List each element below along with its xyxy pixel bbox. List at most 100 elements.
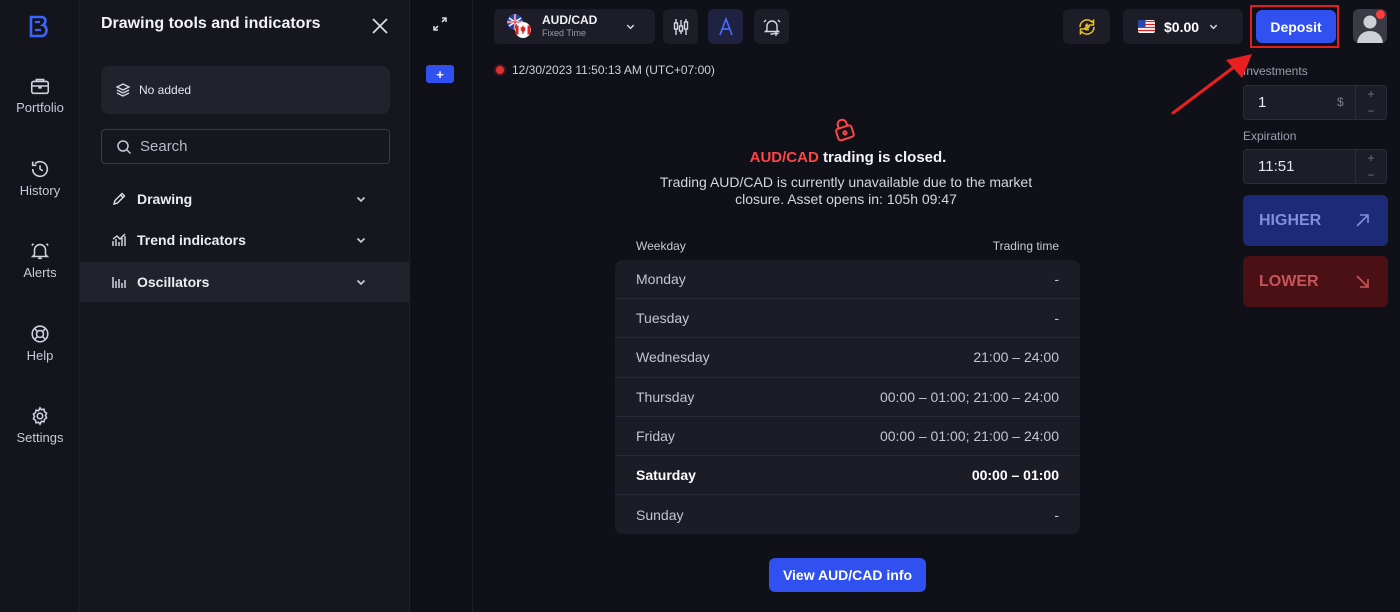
expand-icon[interactable] — [432, 16, 448, 32]
rail-item-help[interactable]: Help — [0, 323, 80, 363]
increase-button[interactable]: + — [1367, 152, 1374, 164]
expiration-label: Expiration — [1243, 129, 1297, 143]
lifebuoy-icon — [31, 325, 49, 343]
table-row: Tuesday - — [615, 299, 1080, 339]
history-icon — [31, 160, 49, 178]
increase-button[interactable]: + — [1367, 88, 1374, 100]
table-row: Wednesday 21:00 – 24:00 — [615, 338, 1080, 378]
closed-asset-name: AUD/CAD — [749, 149, 819, 166]
table-row: Thursday 00:00 – 01:00; 21:00 – 24:00 — [615, 378, 1080, 417]
aud-cad-flags-icon — [507, 14, 531, 38]
rail-item-settings[interactable]: Settings — [0, 405, 80, 445]
chevron-down-icon — [626, 24, 635, 30]
briefcase-icon — [30, 78, 50, 95]
no-added-label: No added — [139, 83, 192, 97]
rail-item-alerts[interactable]: Alerts — [0, 240, 80, 280]
balance-selector[interactable]: $0.00 — [1123, 9, 1243, 44]
currency-unit: $ — [1337, 95, 1344, 109]
col-weekday: Weekday — [636, 239, 686, 253]
asset-type: Fixed Time — [542, 28, 587, 38]
drawing-tools-button[interactable] — [708, 9, 743, 44]
left-rail: Portfolio History Alerts Help Settings — [0, 0, 80, 612]
rail-label: Settings — [16, 430, 64, 445]
section-oscillators[interactable]: Oscillators — [80, 262, 410, 302]
decrease-button[interactable]: − — [1367, 169, 1374, 181]
pencil-icon — [112, 192, 126, 206]
closed-title-text: trading is closed. — [818, 149, 947, 166]
chart-type-button[interactable] — [663, 9, 698, 44]
arrow-down-right-icon — [1356, 275, 1369, 288]
live-dot-icon — [496, 66, 504, 74]
section-trend-indicators[interactable]: Trend indicators — [80, 220, 410, 260]
timestamp-text: 12/30/2023 11:50:13 AM (UTC+07:00) — [512, 63, 715, 77]
decrease-button[interactable]: − — [1367, 105, 1374, 117]
section-drawing[interactable]: Drawing — [80, 179, 410, 219]
higher-label: HIGHER — [1259, 211, 1322, 229]
chevron-down-icon — [356, 196, 366, 203]
lock-icon — [835, 118, 855, 142]
time-cell: - — [1054, 506, 1059, 523]
weekday-cell: Monday — [636, 271, 686, 288]
candlestick-icon — [673, 18, 688, 35]
rail-item-portfolio[interactable]: Portfolio — [0, 75, 80, 115]
expiration-input[interactable]: 11:51 — [1243, 149, 1356, 184]
add-alert-button[interactable] — [754, 9, 789, 44]
view-asset-info-button[interactable]: View AUD/CAD info — [769, 558, 926, 592]
drawing-tools-panel: Drawing tools and indicators No added Dr… — [80, 0, 410, 612]
asset-selector[interactable]: AUD/CAD Fixed Time — [494, 9, 655, 44]
section-label: Trend indicators — [137, 232, 246, 248]
add-indicator-button[interactable]: + — [426, 65, 454, 83]
higher-button[interactable]: HIGHER — [1243, 195, 1388, 246]
rail-label: History — [19, 183, 61, 198]
coin-refresh-icon — [1078, 18, 1095, 35]
table-row: Monday - — [615, 260, 1080, 300]
rail-item-history[interactable]: History — [0, 158, 80, 198]
oscillator-icon — [112, 277, 126, 288]
alert-add-icon — [763, 19, 780, 36]
panel-title: Drawing tools and indicators — [101, 15, 321, 32]
weekday-cell: Wednesday — [636, 349, 710, 366]
cashback-button[interactable] — [1063, 9, 1110, 44]
table-row: Friday 00:00 – 01:00; 21:00 – 24:00 — [615, 417, 1080, 456]
annotation-arrow-icon — [1171, 54, 1252, 115]
table-row: Sunday - — [615, 495, 1080, 534]
arrow-up-right-icon — [1356, 214, 1369, 227]
balance-amount: $0.00 — [1164, 18, 1200, 35]
brand-logo[interactable] — [26, 14, 52, 40]
search-input[interactable] — [140, 138, 380, 155]
market-closed-title: AUD/CAD trading is closed. — [616, 149, 1080, 166]
weekday-cell: Thursday — [636, 388, 695, 405]
expiration-stepper: + − — [1356, 149, 1387, 184]
section-label: Oscillators — [137, 274, 210, 290]
weekday-cell: Sunday — [636, 506, 684, 523]
weekday-cell: Saturday — [636, 467, 696, 484]
us-flag-icon — [1138, 20, 1155, 33]
rail-label: Alerts — [23, 265, 57, 280]
time-cell: - — [1054, 310, 1059, 327]
expiration-value: 11:51 — [1258, 158, 1295, 175]
close-icon[interactable] — [370, 16, 390, 36]
time-cell: 00:00 – 01:00 — [971, 467, 1059, 484]
trading-schedule-table: Monday - Tuesday - Wednesday 21:00 – 24:00 … — [615, 260, 1080, 534]
weekday-cell: Friday — [636, 427, 675, 444]
deposit-button[interactable]: Deposit — [1256, 10, 1336, 43]
search-icon — [117, 139, 132, 154]
rail-label: Help — [26, 348, 54, 363]
bell-icon — [30, 243, 50, 260]
server-time: 12/30/2023 11:50:13 AM (UTC+07:00) — [496, 63, 715, 77]
time-cell: 00:00 – 01:00; 21:00 – 24:00 — [879, 427, 1059, 444]
trend-icon — [112, 233, 126, 246]
gear-icon — [32, 406, 48, 426]
rail-label: Portfolio — [16, 100, 64, 115]
layers-icon — [115, 83, 131, 97]
added-indicators-box: No added — [101, 66, 390, 114]
market-closed-description: Trading AUD/CAD is currently unavailable… — [659, 174, 1033, 207]
table-row-current: Saturday 00:00 – 01:00 — [615, 456, 1080, 496]
notification-dot — [1376, 10, 1385, 19]
lower-button[interactable]: LOWER — [1243, 256, 1388, 307]
weekday-cell: Tuesday — [636, 310, 690, 327]
time-cell: - — [1054, 271, 1059, 288]
investment-stepper: + − — [1356, 85, 1387, 120]
drawing-tools-icon — [718, 16, 733, 35]
asset-name: AUD/CAD — [542, 13, 598, 27]
